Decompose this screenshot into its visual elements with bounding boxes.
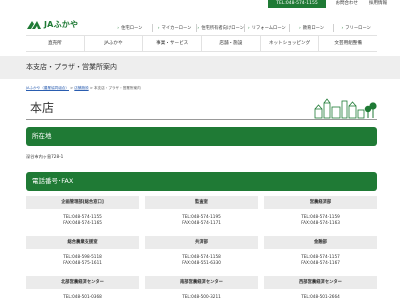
breadcrumb-current: 本支店・プラザ・営業所案内 bbox=[93, 86, 141, 90]
loan-nav-item-car[interactable]: › マイカーローン bbox=[151, 24, 197, 32]
department-card: 監査室 TEL:048-574-1195 FAX:048-574-1171 bbox=[145, 196, 258, 226]
department-card: 北部営農経済センター TEL:048-501-0368 bbox=[26, 276, 139, 300]
main-nav-item-services[interactable]: 事業・サービス bbox=[142, 36, 201, 51]
contact-link[interactable]: お問合わせ bbox=[336, 0, 359, 8]
site-logo[interactable]: JAふかや bbox=[26, 19, 78, 30]
department-name: 南部営農経済センター bbox=[145, 276, 258, 289]
chevron-right-icon: › bbox=[341, 25, 344, 31]
phone-section-header: 電話番号･FAX bbox=[26, 172, 377, 191]
department-name: 共済部 bbox=[145, 236, 258, 249]
ja-logo-icon bbox=[26, 20, 42, 30]
department-name: 北部営農経済センター bbox=[26, 276, 139, 289]
logo-text: JAふかや bbox=[44, 20, 79, 29]
loan-nav-item-education[interactable]: › 教育ローン bbox=[288, 24, 334, 32]
department-name: 営農経済部 bbox=[264, 196, 377, 209]
department-fax: FAX:048-575-1611 bbox=[63, 260, 102, 265]
address-text: 深谷市内ヶ島728-1 bbox=[26, 154, 64, 159]
department-card: 企画管理部[総合窓口] TEL:048-574-1155 FAX:048-574… bbox=[26, 196, 139, 226]
site-header: JAふかや › 住宅ローン › マイカーローン › 住宅所有者向けローン › リフォーム… bbox=[0, 9, 400, 35]
main-nav-item-direct-sales[interactable]: 直売所 bbox=[26, 36, 84, 51]
department-name: 企画管理部[総合窓口] bbox=[26, 196, 139, 209]
department-fax: FAX:048-551-6330 bbox=[182, 260, 221, 265]
department-name: 金融部 bbox=[264, 236, 377, 249]
department-card: 南部営農経済センター TEL:048-500-3211 bbox=[145, 276, 258, 300]
department-fax: FAX:048-574-1167 bbox=[301, 260, 340, 265]
department-fax: FAX:048-574-1165 bbox=[63, 220, 102, 225]
loan-nav-item-reform[interactable]: › リフォームローン bbox=[243, 24, 289, 32]
breadcrumb-home[interactable]: JAふかや（農業協同組合） bbox=[26, 86, 69, 90]
page-title-band: 本支店・プラザ・営業所案内 bbox=[0, 56, 400, 79]
loan-nav-item-free[interactable]: › フリーローン bbox=[333, 24, 378, 32]
recruit-link[interactable]: 採用情報 bbox=[369, 0, 387, 8]
department-tel: TEL:048-501-0368 bbox=[63, 294, 102, 299]
department-tel: TEL:048-501-2664 bbox=[301, 294, 340, 299]
department-name: 監査室 bbox=[145, 196, 258, 209]
department-fax: FAX:048-574-1163 bbox=[301, 220, 340, 225]
department-fax: FAX:048-574-1171 bbox=[182, 220, 221, 225]
department-card: 西部営農経済センター TEL:048-501-2664 bbox=[264, 276, 377, 300]
page-title: 本支店・プラザ・営業所案内 bbox=[26, 63, 117, 71]
department-tel: TEL:048-500-3211 bbox=[182, 294, 221, 299]
branch-heading: 本店 bbox=[26, 96, 377, 120]
address-section-header: 所在地 bbox=[26, 127, 377, 146]
department-card: 営農経済部 TEL:048-574-1159 FAX:048-574-1163 bbox=[264, 196, 377, 226]
loan-nav-item-housing[interactable]: › 住宅ローン bbox=[108, 24, 152, 32]
department-name: 西部営農経済センター bbox=[264, 276, 377, 289]
header-phone[interactable]: TEL:048-574-1155 bbox=[268, 0, 326, 8]
town-illustration bbox=[314, 98, 377, 119]
breadcrumb: JAふかや（農業協同組合） > 店舗施設 > 本支店・プラザ・営業所案内 bbox=[26, 86, 141, 91]
breadcrumb-parent[interactable]: 店舗施設 bbox=[74, 86, 88, 90]
department-card: 総合農業支援室 TEL:048-598-5118 FAX:048-575-161… bbox=[26, 236, 139, 266]
main-nav: 直売所 JAふかや 事業・サービス 店舗・施設 ネットショッピング 文芸用組整備 bbox=[26, 35, 377, 52]
department-name: 総合農業支援室 bbox=[26, 236, 139, 249]
chevron-right-icon: › bbox=[197, 25, 200, 31]
chevron-right-icon: › bbox=[157, 25, 160, 31]
chevron-right-icon: › bbox=[298, 25, 301, 31]
branch-title: 本店 bbox=[30, 101, 55, 115]
main-nav-item-maintenance[interactable]: 文芸用組整備 bbox=[318, 36, 377, 51]
loan-nav-item-homeowner[interactable]: › 住宅所有者向けローン bbox=[196, 24, 244, 32]
chevron-right-icon: › bbox=[247, 25, 250, 31]
top-utility-bar: TEL:048-574-1155 お問合わせ 採用情報 bbox=[0, 0, 400, 8]
chevron-right-icon: › bbox=[117, 25, 120, 31]
main-nav-item-ja[interactable]: JAふかや bbox=[83, 36, 143, 51]
department-card: 共済部 TEL:048-574-1158 FAX:048-551-6330 bbox=[145, 236, 258, 266]
department-card: 金融部 TEL:048-574-1157 FAX:048-574-1167 bbox=[264, 236, 377, 266]
loan-nav: › 住宅ローン › マイカーローン › 住宅所有者向けローン › リフォームローン › 教… bbox=[108, 24, 378, 34]
main-nav-item-shopping[interactable]: ネットショッピング bbox=[259, 36, 319, 51]
main-nav-item-stores[interactable]: 店舗・施設 bbox=[201, 36, 260, 51]
